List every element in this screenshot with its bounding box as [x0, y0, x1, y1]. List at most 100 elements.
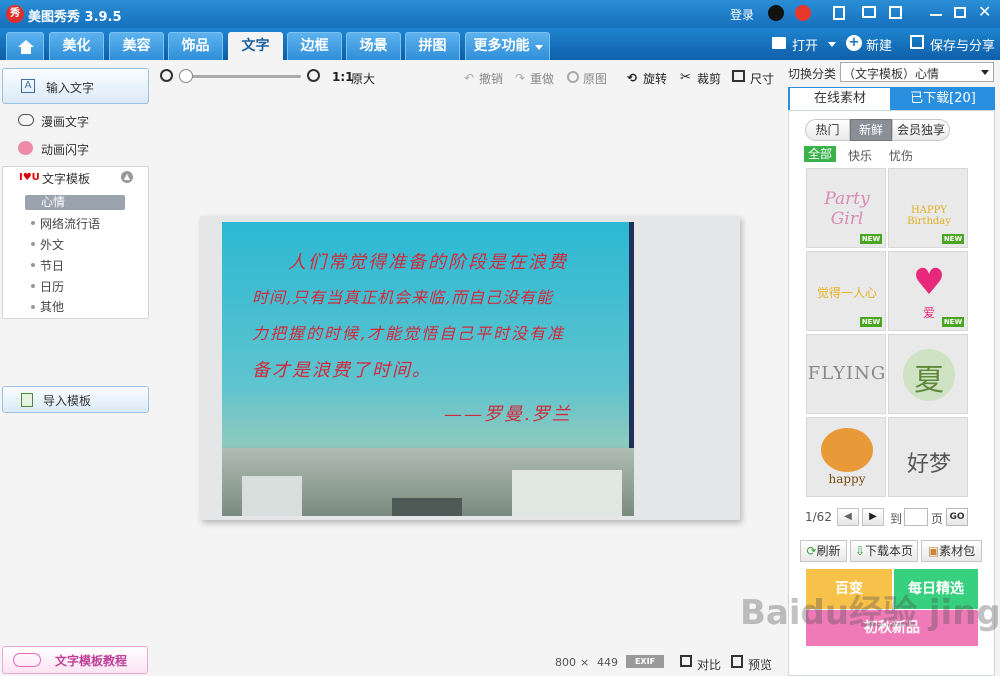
- open-dropdown-icon[interactable]: [828, 42, 836, 47]
- home-tab[interactable]: [6, 32, 44, 60]
- sub-item-holiday[interactable]: 节日: [40, 257, 64, 274]
- filter-happy[interactable]: 快乐: [848, 147, 872, 164]
- chevron-down-icon: [981, 70, 989, 75]
- original-button[interactable]: 原图: [583, 70, 607, 87]
- new-button[interactable]: 新建: [866, 35, 892, 54]
- next-page-button[interactable]: ▶: [862, 508, 884, 526]
- weibo-icon[interactable]: [795, 5, 811, 21]
- category-select[interactable]: （文字模板）心情: [840, 62, 994, 82]
- zoom-slider-handle[interactable]: [179, 69, 193, 83]
- tutorial-button[interactable]: 文字模板教程: [2, 646, 148, 674]
- template-section: I♥U 文字模板 ▲ 心情 网络流行语 外文 节日 日历 其他: [2, 166, 149, 319]
- zoom-out-icon[interactable]: [160, 69, 173, 82]
- download-page-button[interactable]: ⇩下载本页: [850, 540, 918, 562]
- tab-online-material[interactable]: 在线素材: [790, 88, 890, 110]
- i-love-you-icon: I♥U: [19, 172, 40, 183]
- material-thumb[interactable]: 好梦: [888, 417, 968, 497]
- material-thumb[interactable]: 觉得一人心 NEW: [806, 251, 886, 331]
- photo-signature: ——罗曼.罗兰: [444, 404, 572, 425]
- pill-vip[interactable]: 会员独享: [892, 119, 950, 141]
- material-pack-button[interactable]: ▣素材包: [921, 540, 982, 562]
- tab-more[interactable]: 更多功能: [465, 32, 550, 60]
- tab-collage[interactable]: 拼图: [405, 32, 460, 60]
- import-template-button[interactable]: 导入模板: [2, 386, 149, 413]
- open-button[interactable]: 打开: [792, 35, 818, 54]
- material-thumb[interactable]: happy: [806, 417, 886, 497]
- crop-icon: ✂: [680, 70, 691, 85]
- pill-fresh[interactable]: 新鲜: [850, 119, 892, 141]
- material-thumb[interactable]: 夏: [888, 334, 968, 414]
- material-thumb[interactable]: HAPPY Birthday NEW: [888, 168, 968, 248]
- go-button[interactable]: GO: [946, 508, 968, 526]
- close-button[interactable]: ✕: [978, 2, 991, 21]
- app-title: 美图秀秀 3.9.5: [28, 10, 122, 25]
- crop-button[interactable]: 裁剪: [697, 70, 721, 87]
- collapse-icon[interactable]: ▲: [121, 171, 133, 183]
- resize-button[interactable]: 尺寸: [750, 70, 774, 87]
- prev-page-button[interactable]: ◀: [837, 508, 859, 526]
- minimize-button[interactable]: [930, 14, 942, 16]
- feedback-icon[interactable]: [862, 6, 876, 18]
- tab-text[interactable]: 文字: [228, 32, 283, 60]
- refresh-button[interactable]: ⟳刷新: [800, 540, 847, 562]
- original-size-button[interactable]: 原大: [351, 70, 375, 87]
- exif-button[interactable]: EXIF: [626, 655, 664, 668]
- tab-accessories[interactable]: 饰品: [168, 32, 223, 60]
- tab-scene[interactable]: 场景: [346, 32, 401, 60]
- comic-text-item[interactable]: 漫画文字: [41, 113, 89, 130]
- redo-button[interactable]: 重做: [530, 70, 554, 87]
- sub-item-calendar[interactable]: 日历: [40, 278, 64, 295]
- undo-icon: ↶: [464, 71, 475, 85]
- tab-frame[interactable]: 边框: [287, 32, 342, 60]
- filter-sad[interactable]: 忧伤: [889, 147, 913, 164]
- zoom-slider[interactable]: [181, 75, 301, 78]
- sub-item-mood[interactable]: 心情: [25, 195, 125, 210]
- compare-button[interactable]: 对比: [697, 656, 721, 673]
- photo-buildings: [222, 448, 634, 516]
- dimension-separator: ×: [580, 656, 590, 669]
- image-height: 449: [597, 656, 618, 669]
- comic-text-icon: [18, 114, 34, 126]
- switch-category-label: 切换分类: [788, 67, 837, 81]
- plus-icon: +: [846, 35, 862, 51]
- filter-all[interactable]: 全部: [804, 146, 836, 162]
- title-bar: 秀 美图秀秀 3.9.5 登录 ✕: [0, 0, 1000, 28]
- page-input[interactable]: [904, 508, 928, 526]
- photo-board: 人们常觉得准备的阶段是在浪费 时间,只有当真正机会来临,而自己没有能 力把握的时…: [222, 222, 634, 516]
- size-icon: [732, 70, 745, 82]
- photo-canvas[interactable]: 人们常觉得准备的阶段是在浪费 时间,只有当真正机会来临,而自己没有能 力把握的时…: [200, 216, 740, 520]
- template-header[interactable]: 文字模板: [42, 170, 90, 187]
- material-thumb[interactable]: ♥ 爱 NEW: [888, 251, 968, 331]
- text-a-icon: A: [21, 79, 35, 93]
- qq-icon[interactable]: [768, 5, 784, 21]
- original-icon: [567, 71, 579, 83]
- material-thumb[interactable]: FLYING: [806, 334, 886, 414]
- input-text-button[interactable]: A 输入文字: [2, 68, 149, 104]
- tutorial-icon: [13, 653, 41, 667]
- undo-button[interactable]: 撤销: [479, 70, 503, 87]
- sub-item-internet-slang[interactable]: 网络流行语: [40, 215, 100, 232]
- goto-label: 到: [890, 512, 903, 526]
- home-icon: [18, 40, 34, 47]
- left-panel: A 输入文字 漫画文字 动画闪字: [0, 60, 152, 676]
- save-share-button[interactable]: 保存与分享: [930, 35, 995, 54]
- tab-downloaded[interactable]: 已下载[20]: [892, 88, 994, 110]
- tab-beauty[interactable]: 美容: [109, 32, 164, 60]
- sub-item-other[interactable]: 其他: [40, 298, 64, 315]
- compare-icon: [680, 655, 692, 667]
- photo-text-line: 备才是浪费了时间。: [252, 360, 432, 381]
- rotate-button[interactable]: 旋转: [643, 70, 667, 87]
- material-thumb[interactable]: Party Girl NEW: [806, 168, 886, 248]
- redo-icon: ↷: [515, 71, 526, 85]
- preview-button[interactable]: 预览: [748, 656, 772, 673]
- login-link[interactable]: 登录: [730, 6, 754, 23]
- menu-icon[interactable]: [889, 6, 902, 19]
- skin-icon[interactable]: [833, 6, 845, 20]
- maximize-button[interactable]: [954, 7, 966, 18]
- zoom-in-icon[interactable]: [307, 69, 320, 82]
- animated-text-item[interactable]: 动画闪字: [41, 141, 89, 158]
- pill-hot[interactable]: 热门: [805, 119, 850, 141]
- tab-beautify[interactable]: 美化: [49, 32, 104, 60]
- sub-item-foreign[interactable]: 外文: [40, 236, 64, 253]
- chevron-down-icon: [535, 45, 543, 50]
